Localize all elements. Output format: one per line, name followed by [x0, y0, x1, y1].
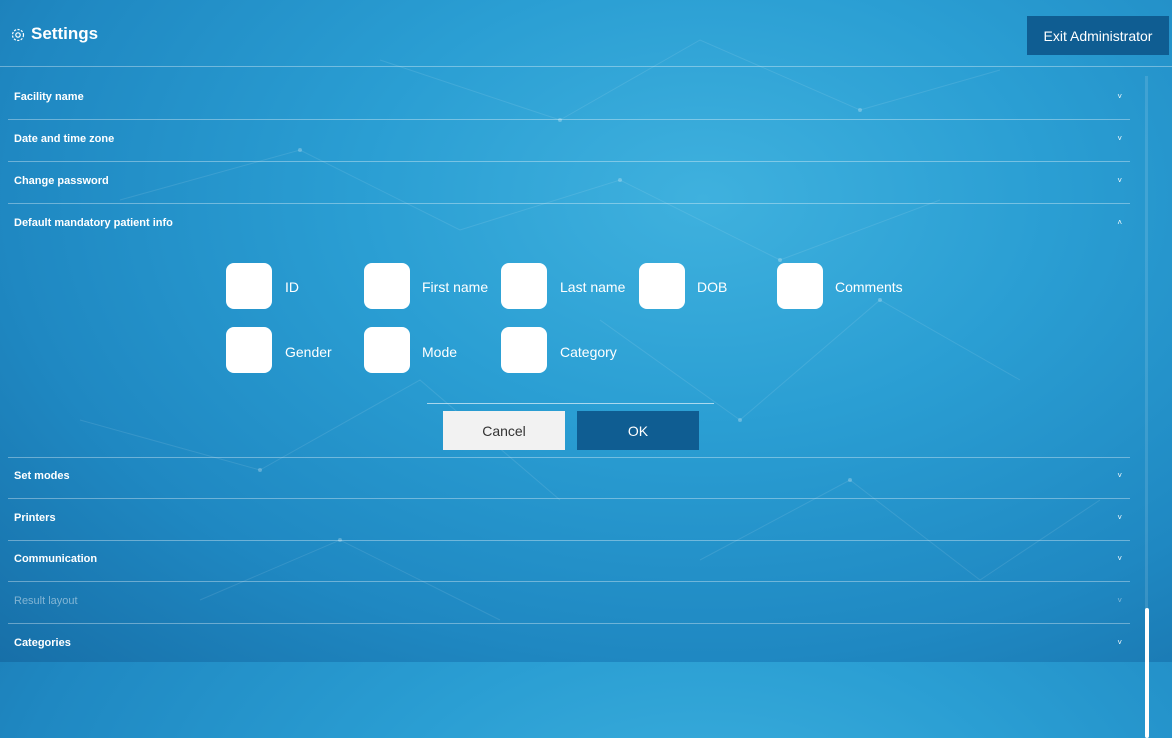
- section-label: Date and time zone: [14, 133, 115, 145]
- page-title: Settings: [31, 24, 99, 43]
- section-label: Result layout: [14, 595, 78, 607]
- exit-administrator-button[interactable]: Exit Administrator: [1027, 16, 1169, 55]
- section-label: Communication: [14, 553, 98, 565]
- checkbox-dob[interactable]: [639, 263, 685, 309]
- chevron-down-icon[interactable]: ˅: [1117, 471, 1122, 480]
- section-default-mandatory-patient-info[interactable]: Default mandatory patient info ˄: [8, 204, 1130, 245]
- section-facility-name[interactable]: Facility name ˅: [8, 78, 1130, 120]
- checkbox-id[interactable]: [226, 263, 272, 309]
- chevron-down-icon[interactable]: ˅: [1117, 638, 1122, 647]
- checkbox-label-comments: Comments: [835, 279, 903, 295]
- chevron-down-icon[interactable]: ˅: [1117, 134, 1122, 143]
- section-result-layout: Result layout ˅: [8, 582, 1130, 624]
- section-label: Default mandatory patient info: [14, 217, 173, 229]
- header: Settings Exit Administrator: [0, 0, 1172, 67]
- checkbox-label-mode: Mode: [422, 344, 458, 360]
- button-divider: [427, 403, 714, 404]
- scrollbar[interactable]: [1143, 76, 1151, 738]
- checkbox-label-gender: Gender: [285, 344, 332, 360]
- section-label: Printers: [14, 512, 56, 524]
- section-communication[interactable]: Communication ˅: [8, 540, 1130, 582]
- section-change-password[interactable]: Change password ˅: [8, 162, 1130, 204]
- section-label: Facility name: [14, 91, 84, 103]
- checkbox-first-name[interactable]: [364, 263, 410, 309]
- checkbox-last-name[interactable]: [501, 263, 547, 309]
- checkbox-label-last-name: Last name: [560, 279, 626, 295]
- section-date-time-zone[interactable]: Date and time zone ˅: [8, 120, 1130, 162]
- chevron-up-icon[interactable]: ˄: [1117, 218, 1122, 227]
- section-categories[interactable]: Categories ˅: [8, 624, 1130, 665]
- ok-button[interactable]: OK: [577, 411, 699, 450]
- checkbox-category[interactable]: [501, 327, 547, 373]
- checkbox-label-first-name: First name: [422, 279, 489, 295]
- scrollbar-track[interactable]: [1145, 76, 1148, 662]
- checkbox-label-category: Category: [560, 344, 617, 360]
- chevron-down-icon[interactable]: ˅: [1117, 513, 1122, 522]
- chevron-down-icon[interactable]: ˅: [1117, 92, 1122, 101]
- scrollbar-thumb[interactable]: [1145, 608, 1149, 738]
- cancel-button[interactable]: Cancel: [443, 411, 565, 450]
- checkbox-gender[interactable]: [226, 327, 272, 373]
- section-printers[interactable]: Printers ˅: [8, 499, 1130, 541]
- section-label: Change password: [14, 175, 109, 187]
- checkbox-comments[interactable]: [777, 263, 823, 309]
- checkbox-mode[interactable]: [364, 327, 410, 373]
- checkbox-label-id: ID: [285, 279, 299, 295]
- section-label: Set modes: [14, 470, 70, 482]
- checkbox-label-dob: DOB: [697, 279, 728, 295]
- chevron-down-icon[interactable]: ˅: [1117, 176, 1122, 185]
- chevron-down-icon: ˅: [1117, 596, 1122, 605]
- section-set-modes[interactable]: Set modes ˅: [8, 457, 1130, 499]
- section-label: Categories: [14, 637, 71, 649]
- chevron-down-icon[interactable]: ˅: [1117, 554, 1122, 563]
- gear-icon: [11, 28, 25, 42]
